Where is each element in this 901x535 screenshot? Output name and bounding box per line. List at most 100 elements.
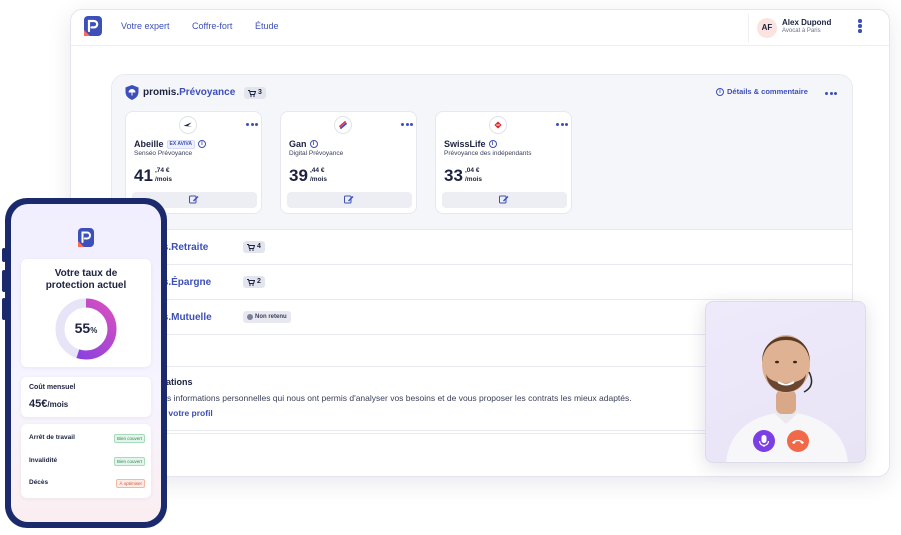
coverage-row[interactable]: Invalidité Bien couvert [29,456,145,468]
details-label: Détails & commentaire [727,87,808,96]
offer-product: Senséo Prévoyance [134,150,193,157]
edit-icon [344,195,354,204]
infos-text: vos informations personnelles qui nous o… [158,393,632,403]
edit-icon [189,195,199,204]
phone-mockup: Votre taux de protection actuel 55% Coût … [2,198,167,528]
insurer-tag: EX AVIVA [166,139,195,149]
promis-logo[interactable] [84,16,102,36]
more-vertical-icon[interactable] [857,19,863,35]
cost-amount: 45€ [29,398,48,410]
offers-count: 4 [257,243,261,250]
gan-logo [334,116,352,134]
cart-icon [247,278,255,286]
nav-coffre-fort[interactable]: Coffre-fort [192,21,232,31]
offer-insurer: Abeille EX AVIVA i [134,139,206,149]
brand-prefix: promis. [143,87,180,98]
insurer-name: SwissLife [444,139,486,149]
price-decimal: ,04 € [465,167,480,174]
percent-sign: % [90,326,98,335]
coverage-row[interactable]: Arrêt de travail Bien couvert [29,433,145,445]
abeille-logo [179,116,197,134]
prevoyance-title[interactable]: promis.Prévoyance [143,87,235,98]
coverage-row[interactable]: Décès À optimiser [29,478,145,490]
video-call-window [705,301,866,463]
protection-rate-card: Votre taux de protection actuel 55% [21,259,151,367]
info-icon: i [716,87,724,96]
promis-logo [78,228,94,247]
price-integer: 33 [444,166,463,185]
top-navbar: Votre expert Coffre-fort Étude AF Alex D… [71,10,889,46]
rate-percent-value: 55 [74,320,91,336]
cost-label: Coût mensuel [29,384,76,391]
brand-name: is.Mutuelle [160,312,212,323]
more-horizontal-icon[interactable] [825,92,837,95]
rate-title-line2: protection actuel [45,280,127,291]
info-icon[interactable]: i [309,140,318,148]
info-icon[interactable]: i [488,140,497,148]
coverage-label: Invalidité [29,457,58,464]
price-period: /mois [310,176,327,183]
cart-icon [248,89,256,97]
offers-count-badge: 4 [243,241,265,253]
phone-screen: Votre taux de protection actuel 55% Coût … [11,204,161,522]
rate-title: Votre taux de protection actuel [21,268,151,292]
user-role: Avocat à Paris [782,28,821,34]
info-icon[interactable]: i [197,140,206,148]
offer-insurer: SwissLife i [444,139,497,149]
avatar[interactable]: AF [757,18,777,38]
status-dot-icon [247,314,253,320]
price-period: /mois [465,176,482,183]
offers-count: 3 [258,89,262,96]
rate-title-line1: Votre taux de [54,268,118,279]
monthly-cost-card: Coût mensuel 45€/mois [21,377,151,417]
mutuelle-title: is.Mutuelle [160,312,212,323]
details-link[interactable]: i Détails & commentaire [716,87,808,96]
price-decimal: ,74 € [155,167,170,174]
more-horizontal-icon[interactable] [556,123,568,126]
price-integer: 39 [289,166,308,185]
epargne-title: is.Épargne [160,277,211,288]
brand-name: is.Épargne [160,277,212,288]
edit-offer-button[interactable] [287,192,412,208]
more-horizontal-icon[interactable] [246,123,258,126]
offer-card-gan[interactable]: Gan i Digital Prévoyance 39 ,44 € /mois [280,111,417,214]
edit-icon [499,195,509,204]
prevoyance-section: promis.Prévoyance 3 i Détails & commentai… [112,75,852,230]
coverage-label: Décès [29,479,49,486]
offer-insurer: Gan i [289,139,318,149]
status-label: Non retenu [255,314,287,320]
cost-unit: /mois [47,400,69,409]
rate-percent: 55% [21,320,151,336]
offer-product: Prévoyance des indépendants [444,150,532,157]
retraite-row[interactable]: is.Retraite 4 [112,230,852,265]
brand-name: is.Retraite [160,242,209,253]
coverage-status-badge: Bien couvert [113,457,145,466]
shield-umbrella-icon [125,85,139,100]
price-period: /mois [155,176,172,183]
offer-card-swisslife[interactable]: SwissLife i Prévoyance des indépendants 3… [435,111,572,214]
brand-name: Prévoyance [179,87,236,98]
status-badge: Non retenu [243,311,291,323]
expert-video-feed [726,335,848,462]
cost-value: 45€/mois [29,398,68,410]
coverage-label: Arrêt de travail [29,434,75,441]
epargne-row[interactable]: is.Épargne 2 [112,265,852,300]
coverage-status-badge: Bien couvert [113,434,145,443]
price-integer: 41 [134,166,153,185]
coverage-card: Arrêt de travail Bien couvert Invalidité… [21,424,151,498]
microphone-button[interactable] [753,430,775,452]
insurer-name: Abeille [134,139,164,149]
cart-icon [247,243,255,251]
user-name: Alex Dupond [782,18,832,27]
insurer-name: Gan [289,139,307,149]
offers-count: 2 [257,278,261,285]
offer-product: Digital Prévoyance [289,150,344,157]
more-horizontal-icon[interactable] [401,123,413,126]
coverage-status-badge: À optimiser [116,479,145,488]
price-decimal: ,44 € [310,167,325,174]
nav-votre-expert[interactable]: Votre expert [121,21,170,31]
microphone-icon [758,435,770,447]
edit-offer-button[interactable] [442,192,567,208]
nav-etude[interactable]: Étude [255,21,279,31]
hang-up-button[interactable] [787,430,809,452]
